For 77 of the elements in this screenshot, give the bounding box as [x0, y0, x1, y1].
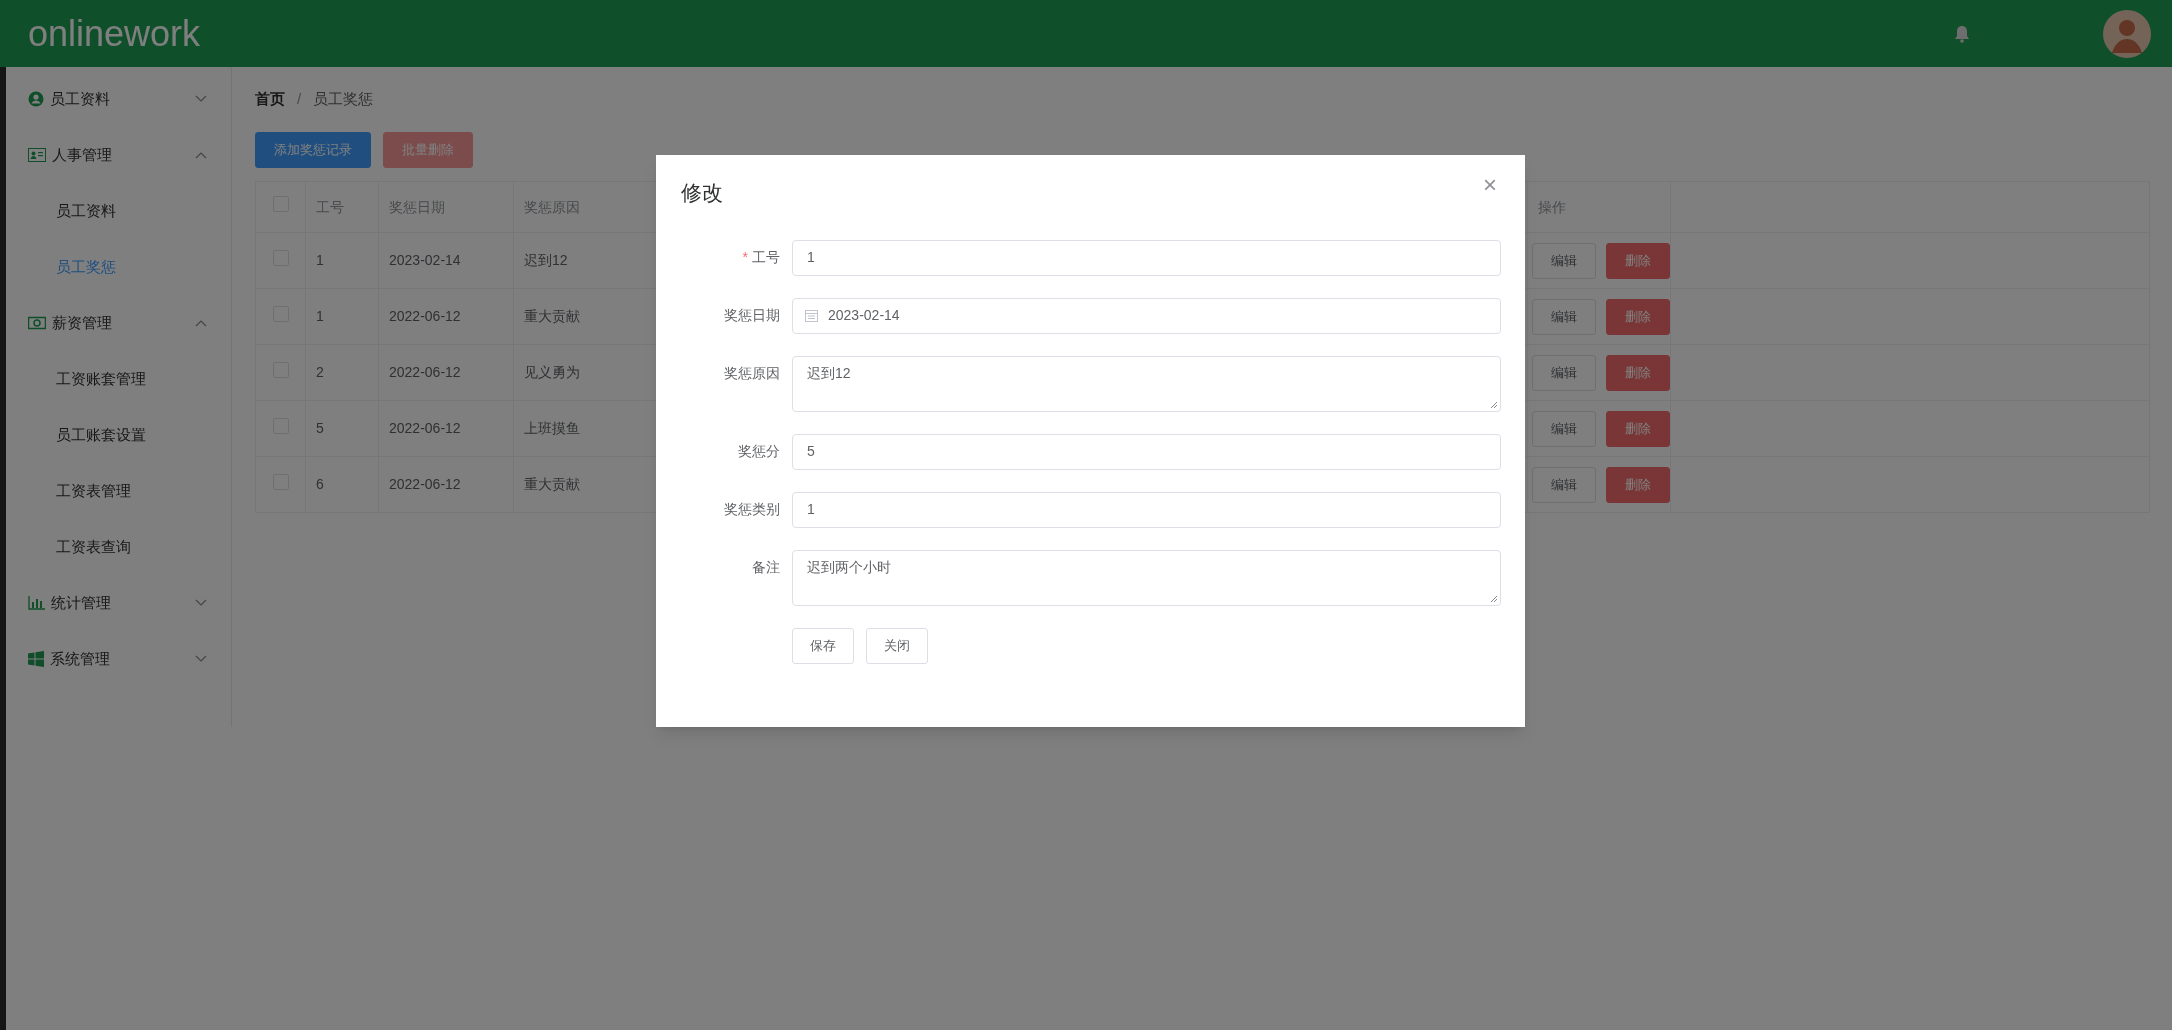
field-label: 奖惩分 [738, 442, 780, 461]
delete-button[interactable]: 删除 [1606, 466, 1670, 503]
user-circle-icon [28, 91, 44, 107]
table-cell: 2022-06-12 [389, 364, 461, 380]
sidebar-group[interactable]: 员工资料 [6, 71, 231, 127]
delete-button[interactable]: 删除 [1606, 298, 1670, 335]
edit-button[interactable]: 编辑 [1532, 466, 1596, 503]
bar-chart-icon [28, 596, 45, 610]
breadcrumb-item[interactable]: 首页 [255, 87, 285, 111]
delete-button[interactable]: 删除 [1606, 354, 1670, 391]
edit-button[interactable]: 编辑 [1532, 298, 1596, 335]
table-cell: 2022-06-12 [389, 420, 461, 436]
chevron-up-icon [195, 151, 207, 159]
chevron-down-icon [195, 599, 207, 607]
sidebar-item[interactable]: 工资账套管理 [6, 351, 231, 407]
table-cell: 5 [316, 420, 324, 436]
sidebar-item[interactable]: 工资表查询 [6, 519, 231, 575]
table-cell: 见义勇为 [524, 364, 580, 380]
close-button[interactable]: × [1483, 173, 1497, 197]
chevron-up-icon [195, 319, 207, 327]
dialog-title: 修改 [680, 180, 723, 206]
table-cell: 2022-06-12 [389, 308, 461, 324]
date-field[interactable]: 2023-02-14 [792, 297, 1501, 334]
sidebar-group[interactable]: 系统管理 [6, 631, 231, 687]
sidebar-item[interactable]: 员工账套设置 [6, 407, 231, 463]
sidebar-group-label: 员工资料 [50, 88, 111, 109]
windows-icon [28, 651, 44, 667]
edit-button[interactable]: 编辑 [1532, 354, 1596, 391]
table-cell: 上班摸鱼 [524, 420, 580, 436]
close-dialog-button[interactable]: 关闭 [866, 627, 928, 664]
bell-icon[interactable] [1954, 24, 1970, 43]
sidebar-group-label: 系统管理 [50, 648, 111, 669]
field-label: 奖惩原因 [724, 364, 780, 383]
text-area[interactable]: 迟到12 [792, 355, 1501, 412]
field-label: 奖惩类别 [724, 500, 780, 519]
table-cell: 1 [316, 252, 324, 268]
id-card-icon [28, 148, 46, 162]
table-cell: 迟到12 [524, 252, 568, 268]
table-cell: 2 [316, 364, 324, 380]
table-cell: 2022-06-12 [389, 476, 461, 492]
sidebar-group-label: 统计管理 [51, 592, 112, 613]
field-label: 备注 [752, 558, 780, 577]
required-mark: * [742, 248, 748, 267]
resize-handle-icon[interactable] [1490, 594, 1498, 603]
field-label: 奖惩日期 [724, 306, 780, 325]
table-cell: 1 [316, 308, 324, 324]
sidebar-group[interactable]: 统计管理 [6, 575, 231, 631]
chevron-down-icon [195, 95, 207, 103]
input-field[interactable]: 5 [792, 433, 1501, 470]
calendar-icon [805, 309, 818, 322]
input-field[interactable]: 1 [792, 239, 1501, 276]
resize-handle-icon[interactable] [1490, 400, 1498, 409]
chevron-down-icon [195, 655, 207, 663]
table-cell: 6 [316, 476, 324, 492]
app-logo[interactable]: onlinework [28, 6, 201, 61]
table-cell: 重大贡献 [524, 308, 580, 324]
breadcrumb-item: 员工奖惩 [313, 88, 374, 109]
sidebar-group[interactable]: 薪资管理 [6, 295, 231, 351]
table-cell: 2023-02-14 [389, 252, 461, 268]
sidebar-group[interactable]: 人事管理 [6, 127, 231, 183]
sidebar-item[interactable]: 员工资料 [6, 183, 231, 239]
delete-button[interactable]: 删除 [1606, 410, 1670, 447]
banknote-icon [28, 316, 46, 330]
avatar[interactable] [2102, 8, 2152, 59]
sidebar-group-label: 人事管理 [52, 144, 113, 165]
save-button[interactable]: 保存 [792, 627, 854, 664]
date-value: 2023-02-14 [828, 306, 900, 325]
input-field[interactable]: 1 [792, 491, 1501, 528]
text-area[interactable]: 迟到两个小时 [792, 549, 1501, 606]
table-cell: 重大贡献 [524, 476, 580, 492]
field-label: 工号 [752, 248, 780, 267]
breadcrumb-separator: / [297, 88, 302, 109]
edit-button[interactable]: 编辑 [1532, 242, 1596, 279]
sidebar-item[interactable]: 工资表管理 [6, 463, 231, 519]
delete-button[interactable]: 删除 [1606, 242, 1670, 279]
sidebar-group-label: 薪资管理 [52, 312, 113, 333]
edit-button[interactable]: 编辑 [1532, 410, 1596, 447]
